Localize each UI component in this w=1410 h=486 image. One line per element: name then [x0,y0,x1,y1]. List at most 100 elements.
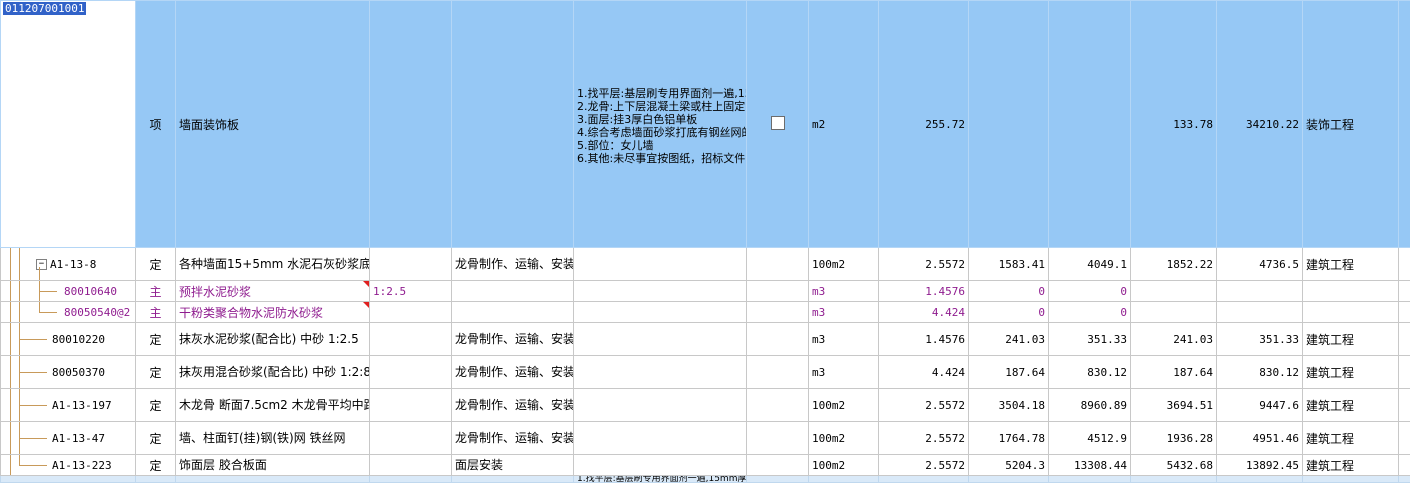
row-code-cell[interactable]: 80010220 [0,322,136,356]
item-unit: m2 [808,0,879,248]
row-unit-price: 0 [968,280,1049,302]
row-code-cell[interactable]: A1-13-223 [0,454,136,476]
row-ratio [369,301,452,323]
row-adjusted-price: 3694.51 [1130,388,1217,422]
tree-branch-line [39,312,57,313]
row-category [1302,301,1399,323]
row-ratio [369,388,452,422]
row-type: 定 [135,247,176,281]
tree-branch-line [19,339,47,340]
row-quantity: 2.5572 [878,247,969,281]
item-category: 装饰工程 [1302,0,1399,248]
row-adjusted-price: 1936.28 [1130,421,1217,455]
row-work-content: 龙骨制作、运输、安装 [451,388,574,422]
row-code-cell[interactable]: − A1-13-8 [0,247,136,281]
item-code[interactable]: 011207001001 [3,2,87,15]
item-checkbox[interactable] [770,115,785,130]
row-adjusted-price: 1852.22 [1130,247,1217,281]
row-unit: m3 [808,301,879,323]
row-code: 80050540@2 [64,305,131,319]
comment-marker-icon [363,302,369,308]
tree-guide-line [19,248,20,280]
row-code-cell[interactable]: 80010640 [0,280,136,302]
item-code-cell[interactable]: 011207001001 [0,0,136,248]
row-amount: 0 [1048,280,1131,302]
item-checkbox-cell[interactable] [746,0,809,248]
row-amount: 13308.44 [1048,454,1131,476]
row-category: 建筑工程 [1302,388,1399,422]
tree-branch-line [39,291,57,292]
table-row[interactable]: A1-13-223 定饰面层 胶合板面 面层安装 100m2 2.5572 5204.3 1… [0,454,1410,476]
table-row[interactable]: 80010640 主预拌水泥砂浆 1:2.5 m3 1.4576 0 0 [0,280,1410,302]
item-unit-price: 133.78 [1130,0,1217,248]
row-name: 抹灰用混合砂浆(配合比) 中砂 1:2:8 [175,355,370,389]
row-name: 木龙骨 断面7.5cm2 木龙骨平均中距(mm以内) 300 [175,388,370,422]
table-row[interactable]: 80050370 定抹灰用混合砂浆(配合比) 中砂 1:2:8 龙骨制作、运输、安装… [0,355,1410,389]
row-name: 预拌水泥砂浆 [175,280,370,302]
table-row[interactable]: −A1-13-8定各种墙面15+5mm 水泥石灰砂浆底 水泥砂浆面 内墙龙骨制作… [0,247,1410,281]
next-item-description: 1.找平层:基层刷专用界面剂一遍,15mm厚专用抹灰砂浆 [573,475,747,483]
row-category [1302,280,1399,302]
row-amount: 4512.9 [1048,421,1131,455]
tree-guide-line [10,356,11,388]
tree-branch-line [19,405,47,406]
row-adjusted-amount [1216,301,1303,323]
table-row[interactable]: A1-13-47 定墙、柱面钉(挂)钢(铁)网 铁丝网 龙骨制作、运输、安装 100m… [0,421,1410,455]
collapse-toggle-icon[interactable]: − [36,259,47,270]
row-ratio: 1:2.5 [369,280,452,302]
row-amount: 8960.89 [1048,388,1131,422]
row-adjusted-amount: 830.12 [1216,355,1303,389]
row-adjusted-amount [1216,280,1303,302]
tree-guide-line [10,422,11,454]
row-code-cell[interactable]: 80050370 [0,355,136,389]
list-item-header-row[interactable]: 011207001001 项 墙面装饰板 1.找平层:基层刷专用界面剂一遍,15… [0,0,1410,248]
row-type: 定 [135,388,176,422]
row-work-content: 面层安装 [451,454,574,476]
row-name: 墙、柱面钉(挂)钢(铁)网 铁丝网 [175,421,370,455]
row-work-content [451,280,574,302]
row-quantity: 4.424 [878,301,969,323]
row-category: 建筑工程 [1302,355,1399,389]
table-row[interactable]: 80010220 定抹灰水泥砂浆(配合比) 中砂 1:2.5 龙骨制作、运输、安装 m… [0,322,1410,356]
table-row[interactable]: A1-13-197 定木龙骨 断面7.5cm2 木龙骨平均中距(mm以内) 300… [0,388,1410,422]
row-adjusted-price [1130,280,1217,302]
item-total: 34210.22 [1216,0,1303,248]
row-adjusted-price [1130,301,1217,323]
row-type: 主 [135,301,176,323]
row-amount: 4049.1 [1048,247,1131,281]
row-unit-price: 187.64 [968,355,1049,389]
row-name: 抹灰水泥砂浆(配合比) 中砂 1:2.5 [175,322,370,356]
item-type: 项 [135,0,176,248]
row-name: 干粉类聚合物水泥防水砂浆 [175,301,370,323]
row-type: 定 [135,355,176,389]
row-code: A1-13-223 [52,458,112,472]
row-type: 主 [135,280,176,302]
next-item-row[interactable]: 1.找平层:基层刷专用界面剂一遍,15mm厚专用抹灰砂浆 [0,475,1410,483]
row-ratio [369,247,452,281]
row-ratio [369,454,452,476]
row-unit: 100m2 [808,388,879,422]
row-unit: 100m2 [808,421,879,455]
row-unit-price: 3504.18 [968,388,1049,422]
row-unit: m3 [808,322,879,356]
row-code-cell[interactable]: A1-13-47 [0,421,136,455]
row-code-cell[interactable]: 80050540@2 [0,301,136,323]
row-ratio [369,421,452,455]
tree-guide-line [10,281,11,301]
row-code: A1-13-8 [50,257,97,271]
item-name: 墙面装饰板 [175,0,370,248]
row-quantity: 4.424 [878,355,969,389]
row-code: A1-13-197 [52,398,112,412]
row-unit: 100m2 [808,454,879,476]
tree-branch-line [19,438,47,439]
table-row[interactable]: 80050540@2 主干粉类聚合物水泥防水砂浆 m3 4.424 0 0 [0,301,1410,323]
row-code-cell[interactable]: A1-13-197 [0,388,136,422]
row-category: 建筑工程 [1302,322,1399,356]
comment-marker-icon [363,281,369,287]
row-type: 定 [135,322,176,356]
tree-guide-line [10,455,11,475]
row-unit-price: 0 [968,301,1049,323]
row-quantity: 1.4576 [878,322,969,356]
row-ratio [369,322,452,356]
row-category: 建筑工程 [1302,247,1399,281]
